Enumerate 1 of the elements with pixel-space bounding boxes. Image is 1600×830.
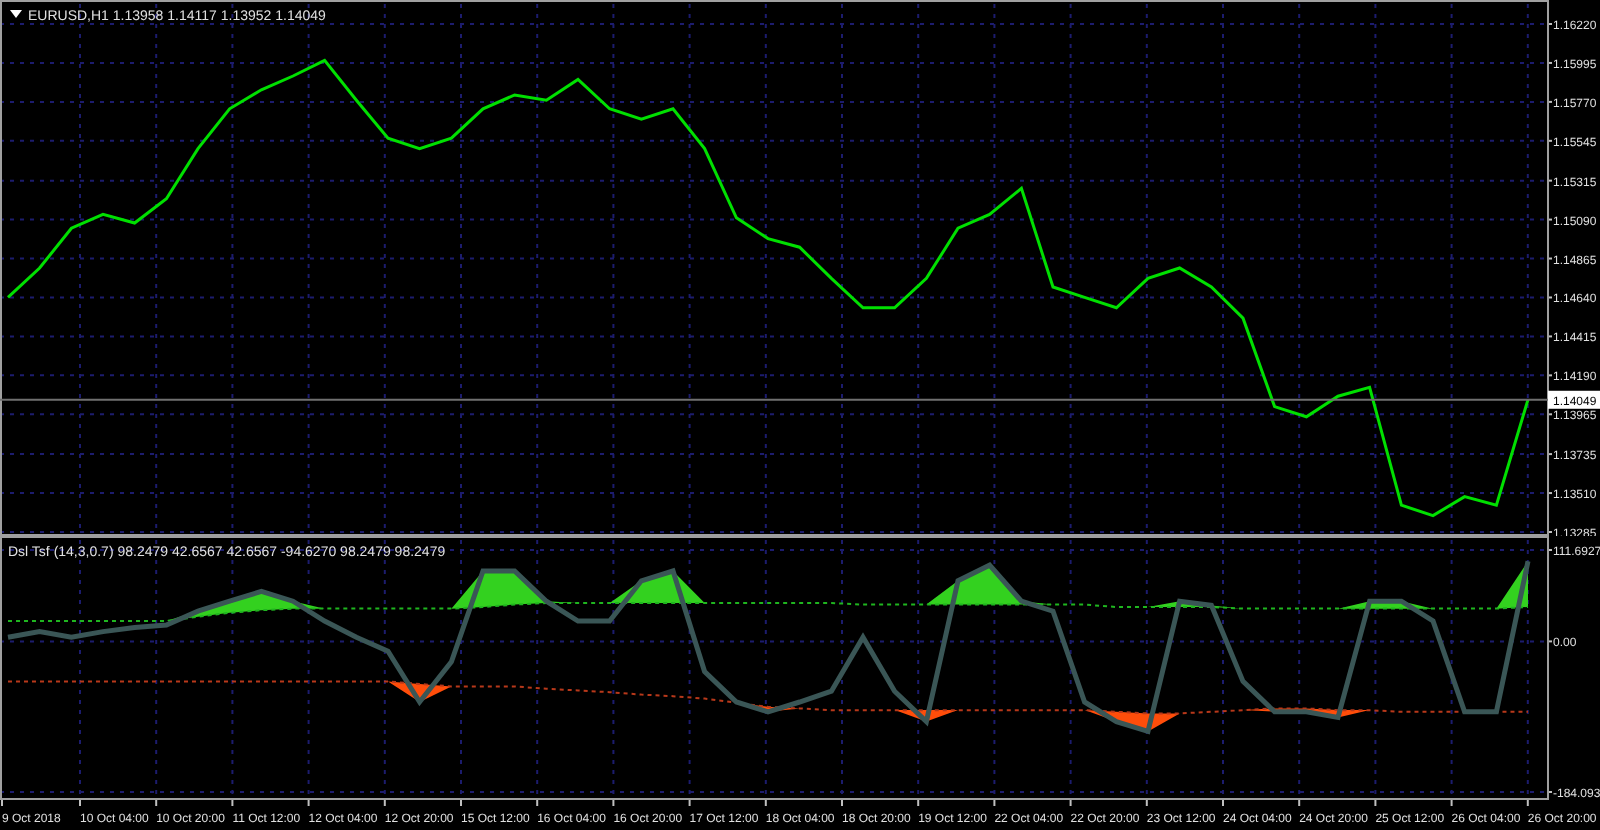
dropdown-triangle-icon[interactable] [10,10,22,18]
